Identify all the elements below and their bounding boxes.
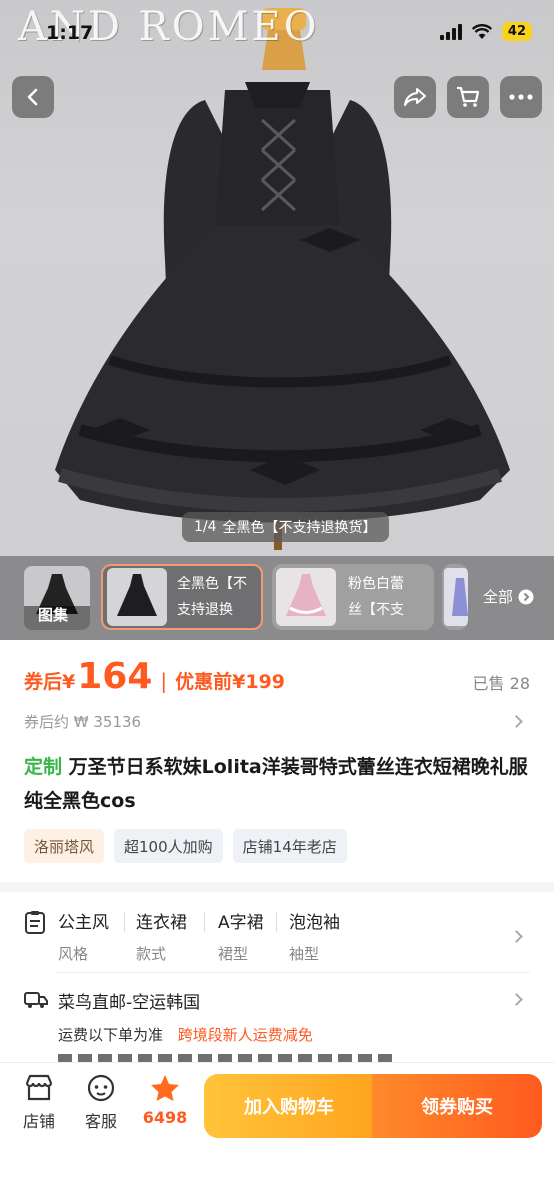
customer-service-label: 客服	[84, 1112, 117, 1131]
feature-chips: 洛丽塔风 超100人加购 店铺14年老店	[24, 829, 347, 863]
all-variants-button[interactable]: 全部	[483, 586, 534, 607]
variant-label-line2: 丝【不支	[348, 602, 404, 618]
variant-image	[444, 568, 468, 626]
store-label: 店铺	[22, 1112, 55, 1131]
product-title: 定制 万圣节日系软妹Lolita洋装哥特式蕾丝连衣短裙晚礼服纯全黑色cos	[24, 750, 534, 818]
product-image-gallery[interactable]: AND ROMEO 1:17 42 1/4 全黑色【不支持退换货】	[0, 0, 554, 556]
attribute-skirt-type[interactable]: A字裙 裙型	[218, 908, 264, 964]
image-counter: 1/4	[194, 519, 217, 535]
attribute-value: 公主风	[58, 913, 109, 933]
attribute-key: 袖型	[289, 945, 320, 963]
more-icon	[509, 94, 533, 100]
share-button[interactable]	[394, 76, 436, 118]
chevron-left-icon	[27, 88, 38, 106]
chip-cart-count[interactable]: 超100人加购	[114, 829, 223, 863]
shipping-subtitle: 运费以下单为准 跨境段新人运费减免	[58, 1024, 313, 1045]
variant-image	[107, 568, 167, 626]
product-title-text: 万圣节日系软妹Lolita洋装哥特式蕾丝连衣短裙晚礼服纯全黑色cos	[24, 756, 528, 812]
cellular-signal-icon	[439, 23, 462, 40]
chevron-right-icon[interactable]	[510, 993, 523, 1006]
variant-image	[276, 568, 336, 626]
after-coupon-label: 券后¥	[24, 671, 76, 693]
clipboard-list-icon	[25, 911, 45, 934]
star-icon	[151, 1075, 179, 1101]
attribute-key: 款式	[136, 945, 167, 963]
chip-style[interactable]: 洛丽塔风	[24, 829, 105, 863]
status-icons: 42	[439, 22, 532, 41]
all-variants-label: 全部	[482, 588, 513, 606]
shipping-fee-note: 运费以下单为准	[58, 1026, 164, 1044]
price-row: 券后¥ 164 | 优惠前¥199	[24, 656, 285, 697]
price-separator: |	[160, 669, 168, 693]
back-button[interactable]	[12, 76, 54, 118]
row-divider	[56, 972, 530, 973]
more-button[interactable]	[500, 76, 542, 118]
variant-label-line2: 支持退换	[177, 602, 233, 618]
variant-all-black[interactable]: 全黑色【不 支持退换	[101, 564, 263, 630]
add-to-cart-button[interactable]: 加入购物车	[204, 1074, 374, 1138]
current-variant-label: 全黑色【不支持退换货】	[222, 520, 377, 536]
gallery-label: 图集	[38, 606, 69, 624]
attribute-style[interactable]: 公主风 风格	[58, 908, 109, 964]
attribute-key: 裙型	[218, 945, 249, 963]
attribute-value: 泡泡袖	[289, 913, 340, 933]
chip-store-age[interactable]: 店铺14年老店	[232, 829, 347, 863]
delivery-truck-icon	[24, 992, 48, 1008]
chevron-right-icon[interactable]	[510, 930, 523, 943]
chevron-right-circle-icon	[518, 589, 534, 604]
favorite-button[interactable]: 6498	[140, 1074, 190, 1127]
wifi-icon	[471, 23, 492, 39]
sold-count: 已售 28	[472, 674, 530, 693]
attribute-key: 风格	[58, 945, 89, 963]
attribute-separator	[204, 912, 205, 932]
cart-button[interactable]	[447, 76, 489, 118]
shipping-method[interactable]: 菜鸟直邮-空运韩国	[58, 988, 200, 1013]
customer-service-button[interactable]: 客服	[76, 1074, 126, 1132]
store-button[interactable]: 店铺	[14, 1074, 64, 1132]
variant-pink-lace[interactable]: 粉色白蕾 丝【不支	[272, 564, 434, 630]
status-time: 1:17	[46, 22, 94, 44]
attribute-type[interactable]: 连衣裙 款式	[136, 908, 187, 964]
after-coupon-price: 164	[77, 656, 153, 697]
buy-with-coupon-button[interactable]: 领券购买	[372, 1074, 542, 1138]
attribute-sleeve-type[interactable]: 泡泡袖 袖型	[289, 908, 340, 964]
attribute-value: 连衣裙	[136, 913, 187, 933]
original-price: 优惠前¥199	[175, 671, 286, 693]
custom-tag: 定制	[24, 756, 63, 778]
variant-label-line1: 全黑色【不	[177, 576, 247, 592]
customer-service-icon	[87, 1074, 115, 1102]
attribute-separator	[124, 912, 125, 932]
image-counter-pill: 1/4 全黑色【不支持退换货】	[182, 512, 389, 542]
store-icon	[25, 1074, 53, 1101]
attribute-value: A字裙	[218, 913, 264, 933]
attribute-separator	[276, 912, 277, 932]
section-divider	[0, 882, 554, 892]
variant-next-partial[interactable]	[442, 564, 468, 630]
battery-indicator: 42	[501, 22, 532, 41]
cart-icon	[457, 86, 480, 107]
variant-label-line1: 粉色白蕾	[348, 576, 404, 592]
shipping-promo: 跨境段新人运费减免	[177, 1026, 313, 1044]
chevron-right-icon[interactable]	[510, 715, 523, 728]
share-icon	[404, 88, 426, 106]
favorite-count: 6498	[142, 1108, 188, 1127]
approx-price[interactable]: 券后约 ₩ 35136	[24, 711, 141, 732]
gallery-thumbnail[interactable]: 图集	[24, 566, 90, 630]
